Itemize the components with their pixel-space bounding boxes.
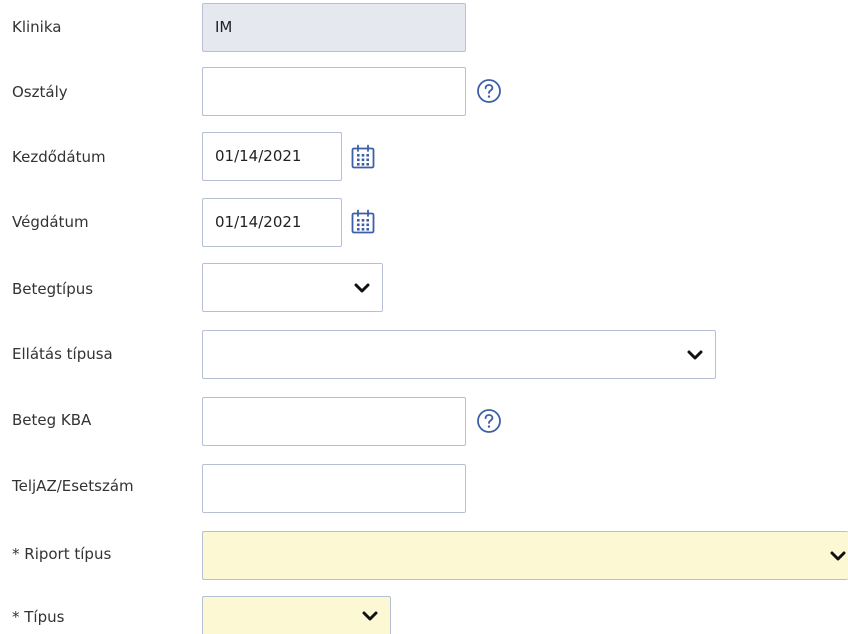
calendar-icon[interactable]	[350, 209, 376, 235]
case-number-input[interactable]	[202, 464, 466, 513]
report-type-select[interactable]	[202, 531, 848, 580]
report-filter-form: Klinika IM Osztály Kezdődátum 01/14/2021…	[0, 0, 848, 634]
calendar-icon[interactable]	[350, 144, 376, 170]
type-label: * Típus	[12, 608, 65, 626]
patient-type-label: Betegtípus	[12, 280, 94, 298]
care-type-select[interactable]	[202, 330, 716, 379]
patient-kba-label: Beteg KBA	[12, 411, 92, 429]
report-type-label: * Riport típus	[12, 545, 112, 563]
chevron-down-icon	[687, 350, 703, 359]
chevron-down-icon	[354, 283, 370, 292]
clinic-label: Klinika	[12, 18, 62, 36]
start-date-label: Kezdődátum	[12, 148, 106, 166]
start-date-input[interactable]: 01/14/2021	[202, 132, 342, 181]
clinic-field: IM	[202, 3, 466, 52]
department-label: Osztály	[12, 83, 68, 101]
patient-kba-input[interactable]	[202, 397, 466, 446]
chevron-down-icon	[362, 611, 378, 621]
end-date-input[interactable]: 01/14/2021	[202, 198, 342, 247]
care-type-label: Ellátás típusa	[12, 345, 113, 363]
end-date-label: Végdátum	[12, 213, 89, 231]
chevron-down-icon	[830, 551, 846, 560]
department-input[interactable]	[202, 67, 466, 116]
case-number-label: TeljAZ/Esetszám	[12, 477, 134, 495]
help-circle-icon[interactable]	[476, 78, 502, 104]
help-circle-icon[interactable]	[476, 408, 502, 434]
patient-type-select[interactable]	[202, 263, 383, 312]
type-select[interactable]	[202, 596, 391, 634]
